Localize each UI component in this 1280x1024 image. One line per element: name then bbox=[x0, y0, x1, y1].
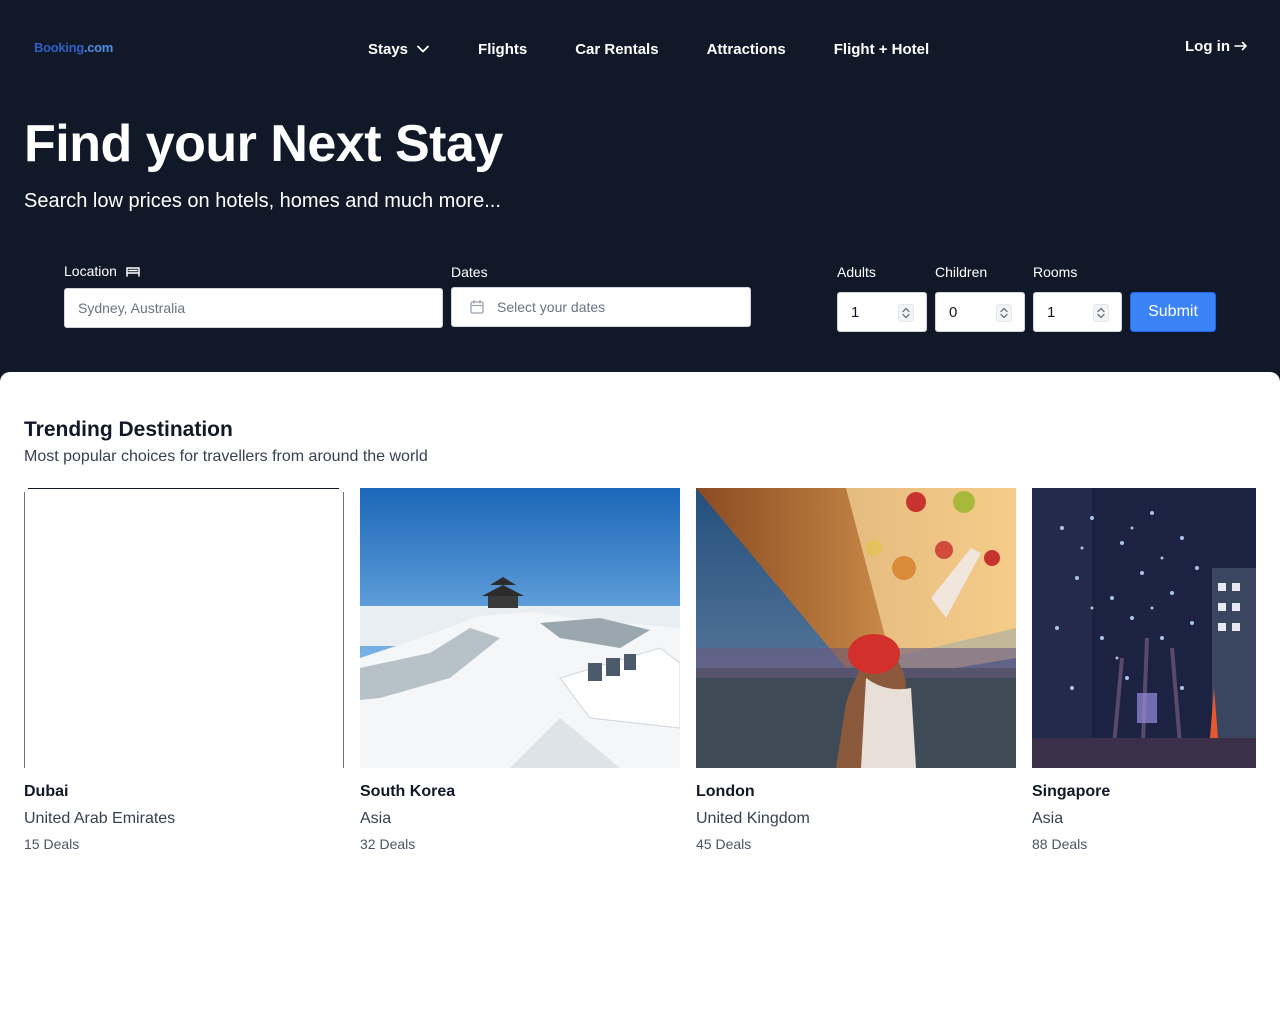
children-value: 0 bbox=[949, 303, 958, 321]
brand-name-part2: .com bbox=[83, 40, 114, 55]
destination-region: United Kingdom bbox=[696, 810, 810, 827]
submit-button[interactable]: Submit bbox=[1130, 292, 1216, 332]
destination-deals: 15 Deals bbox=[24, 836, 80, 852]
adults-value: 1 bbox=[851, 303, 860, 321]
section-title: Trending Destination bbox=[24, 418, 233, 441]
nav-item-flight-hotel[interactable]: Flight + Hotel bbox=[834, 41, 929, 58]
destination-card-london[interactable]: London United Kingdom 45 Deals bbox=[696, 488, 1016, 852]
location-placeholder: Sydney, Australia bbox=[78, 300, 186, 316]
destination-card-dubai[interactable]: Dubai United Arab Emirates 15 Deals bbox=[24, 488, 344, 852]
stepper-arrows-icon[interactable] bbox=[996, 304, 1012, 322]
adults-stepper[interactable]: 1 bbox=[837, 292, 927, 332]
nav-item-label: Flights bbox=[478, 40, 528, 58]
destination-deals: 88 Deals bbox=[1032, 836, 1088, 852]
adults-label: Adults bbox=[837, 264, 876, 280]
children-label: Children bbox=[935, 264, 988, 280]
login-link[interactable]: Log in bbox=[1185, 38, 1248, 55]
destination-image bbox=[696, 488, 1016, 768]
destination-region: United Arab Emirates bbox=[24, 810, 176, 827]
page-subtitle: Search low prices on hotels, homes and m… bbox=[24, 190, 501, 212]
location-input[interactable]: Sydney, Australia bbox=[64, 288, 443, 328]
destination-name: South Korea bbox=[360, 783, 456, 800]
location-label: Location bbox=[64, 263, 141, 279]
destination-image-placeholder bbox=[24, 488, 344, 768]
destination-name: London bbox=[696, 783, 755, 800]
destination-card-south-korea[interactable]: South Korea Asia 32 Deals bbox=[360, 488, 680, 852]
nav-item-label: Attractions bbox=[706, 40, 786, 58]
calendar-icon bbox=[469, 299, 485, 315]
destination-image bbox=[360, 488, 680, 768]
brand-name-part1: Booking bbox=[34, 40, 84, 55]
rooms-label: Rooms bbox=[1033, 264, 1078, 280]
nav-item-car-rentals[interactable]: Car Rentals bbox=[575, 41, 658, 58]
nav-item-stays[interactable]: Stays bbox=[368, 41, 430, 58]
brand-logo[interactable]: Booking.com bbox=[34, 40, 113, 55]
trending-section: Trending Destination Most popular choice… bbox=[0, 372, 1280, 1024]
destination-name: Singapore bbox=[1032, 783, 1111, 800]
login-label: Log in bbox=[1185, 38, 1230, 55]
destination-region: Asia bbox=[360, 810, 392, 827]
children-stepper[interactable]: 0 bbox=[935, 292, 1025, 332]
nav-item-flights[interactable]: Flights bbox=[478, 41, 527, 58]
rooms-value: 1 bbox=[1047, 303, 1056, 321]
nav-item-label: Stays bbox=[368, 40, 409, 58]
destination-name: Dubai bbox=[24, 783, 69, 800]
page-title: Find your Next Stay bbox=[24, 115, 503, 173]
destination-image bbox=[1032, 488, 1256, 768]
bed-icon bbox=[125, 264, 141, 278]
hero-section: Booking.com Stays Flights Car Rentals At… bbox=[0, 0, 1280, 384]
main-nav: Stays Flights Car Rentals Attractions Fl… bbox=[368, 38, 929, 60]
nav-item-attractions[interactable]: Attractions bbox=[707, 41, 786, 58]
section-subtitle: Most popular choices for travellers from… bbox=[24, 448, 428, 465]
stepper-arrows-icon[interactable] bbox=[898, 304, 914, 322]
destination-deals: 32 Deals bbox=[360, 836, 416, 852]
stepper-arrows-icon[interactable] bbox=[1093, 304, 1109, 322]
dates-placeholder: Select your dates bbox=[497, 299, 606, 315]
chevron-down-icon bbox=[416, 42, 430, 56]
rooms-stepper[interactable]: 1 bbox=[1033, 292, 1122, 332]
destination-card-singapore[interactable]: Singapore Asia 88 Deals bbox=[1032, 488, 1256, 852]
dates-input[interactable]: Select your dates bbox=[451, 287, 751, 327]
nav-item-label: Car Rentals bbox=[575, 40, 659, 58]
arrow-right-icon bbox=[1234, 38, 1248, 55]
destination-deals: 45 Deals bbox=[696, 836, 752, 852]
location-label-text: Location bbox=[64, 263, 117, 279]
dates-label: Dates bbox=[451, 264, 488, 280]
nav-item-label: Flight + Hotel bbox=[833, 40, 930, 58]
destination-region: Asia bbox=[1032, 810, 1064, 827]
